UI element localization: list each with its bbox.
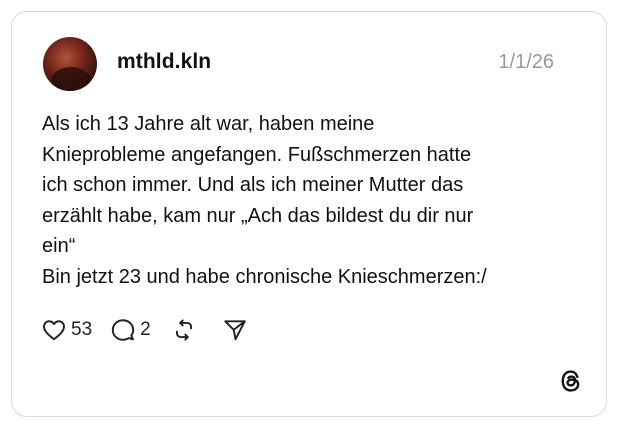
- post-text: Als ich 13 Jahre alt war, haben meine Kn…: [42, 113, 487, 288]
- speech-bubble-icon: [110, 317, 136, 343]
- action-bar: 53 2: [41, 315, 248, 345]
- post-card[interactable]: mthld.kln 1/1/26 Als ich 13 Jahre alt wa…: [11, 11, 607, 417]
- post-date: 1/1/26: [498, 51, 554, 73]
- share-button[interactable]: [222, 317, 248, 343]
- username[interactable]: mthld.kln: [117, 50, 211, 74]
- avatar[interactable]: [43, 37, 97, 91]
- heart-icon: [41, 317, 67, 343]
- like-count: 53: [71, 319, 93, 340]
- threads-logo-icon[interactable]: [558, 368, 584, 394]
- send-icon: [222, 317, 248, 343]
- repost-button[interactable]: [171, 317, 197, 343]
- like-button[interactable]: 53: [41, 317, 92, 343]
- repost-icon: [171, 317, 197, 343]
- reply-count: 2: [140, 319, 151, 340]
- reply-button[interactable]: 2: [110, 317, 151, 343]
